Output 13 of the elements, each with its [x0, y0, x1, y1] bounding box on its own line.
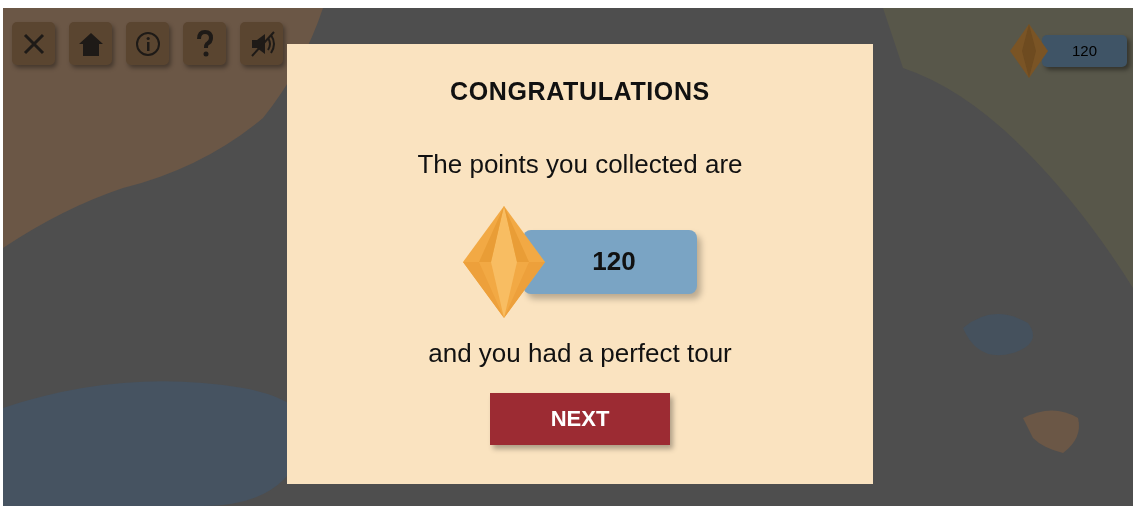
help-button[interactable]	[183, 22, 226, 65]
gem-icon	[1010, 24, 1048, 78]
info-button[interactable]	[126, 22, 169, 65]
sand-area	[1023, 410, 1079, 453]
home-button[interactable]	[69, 22, 112, 65]
points-counter: 120	[523, 229, 697, 294]
dialog-message: The points you collected are	[417, 147, 743, 181]
dialog-result: and you had a perfect tour	[428, 336, 732, 370]
close-button[interactable]	[12, 22, 55, 65]
next-button[interactable]: NEXT	[490, 392, 670, 445]
points-counter: 120	[1042, 35, 1127, 67]
sound-button[interactable]	[240, 22, 283, 65]
dialog-title: CONGRATULATIONS	[450, 76, 710, 107]
